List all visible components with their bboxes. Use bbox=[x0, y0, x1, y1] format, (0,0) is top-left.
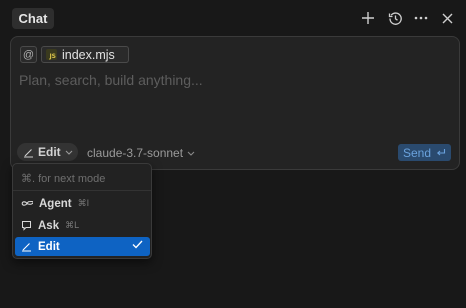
chat-composer[interactable]: @ JS index.mjs Plan, search, build anyth… bbox=[10, 36, 460, 170]
mode-option-agent[interactable]: Agent ⌘I bbox=[15, 194, 150, 213]
send-button[interactable]: Send bbox=[398, 144, 451, 161]
mode-selector-button[interactable]: Edit bbox=[17, 143, 78, 161]
mode-option-label: Ask bbox=[38, 219, 60, 232]
mode-option-edit[interactable]: Edit bbox=[15, 237, 150, 256]
new-chat-icon[interactable] bbox=[359, 9, 377, 27]
divider bbox=[13, 190, 151, 191]
mode-option-label: Edit bbox=[38, 240, 60, 253]
chevron-down-icon bbox=[65, 150, 73, 155]
context-file-name: index.mjs bbox=[62, 47, 115, 62]
add-context-button[interactable]: @ bbox=[20, 46, 37, 63]
model-label: claude-3.7-sonnet bbox=[87, 146, 184, 160]
prompt-input[interactable]: Plan, search, build anything... bbox=[19, 72, 203, 88]
model-selector-button[interactable]: claude-3.7-sonnet bbox=[87, 145, 195, 161]
mode-option-ask[interactable]: Ask ⌘L bbox=[15, 216, 150, 235]
pencil-icon bbox=[21, 241, 32, 252]
mode-menu-hint: ⌘. for next mode bbox=[21, 173, 106, 185]
mode-option-label: Agent bbox=[39, 197, 72, 210]
mode-menu: ⌘. for next mode Agent ⌘I Ask ⌘L Edit bbox=[12, 163, 152, 259]
chat-header: Chat bbox=[0, 0, 466, 36]
mode-option-shortcut: ⌘L bbox=[65, 220, 80, 230]
infinity-icon bbox=[21, 200, 33, 207]
send-label: Send bbox=[402, 145, 432, 160]
chat-bubble-icon bbox=[21, 220, 32, 231]
chevron-down-icon bbox=[187, 151, 195, 156]
tab-chat[interactable]: Chat bbox=[12, 8, 54, 29]
pencil-icon bbox=[23, 147, 34, 158]
enter-key-icon bbox=[436, 148, 446, 157]
close-icon[interactable] bbox=[438, 9, 456, 27]
mode-option-shortcut: ⌘I bbox=[77, 198, 90, 208]
mode-label: Edit bbox=[38, 145, 61, 159]
checkmark-icon bbox=[132, 240, 143, 252]
history-icon[interactable] bbox=[386, 9, 404, 27]
javascript-file-icon: JS bbox=[46, 49, 57, 60]
more-options-icon[interactable] bbox=[412, 9, 430, 27]
context-file-chip[interactable]: JS index.mjs bbox=[41, 46, 129, 63]
